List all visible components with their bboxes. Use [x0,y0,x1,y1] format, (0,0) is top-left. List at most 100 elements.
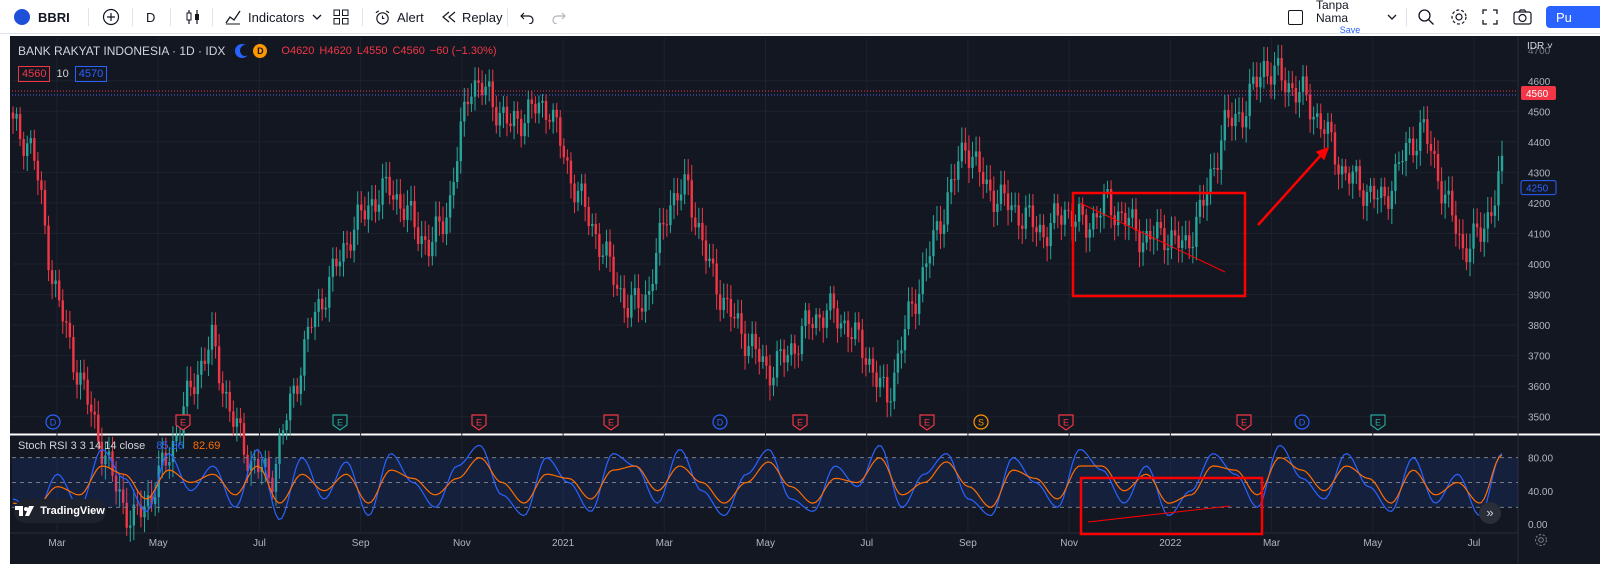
candle-body [1095,213,1099,218]
candle-body [1141,242,1145,253]
rewind-icon [442,11,456,23]
settings-button[interactable] [1450,0,1468,34]
candle-body [914,303,917,314]
candle-body [900,350,903,354]
candle-body [1028,205,1031,208]
sell-button[interactable]: 4560 [18,66,51,82]
candle-body [367,205,370,220]
candle-body [29,138,32,144]
candle-body [189,380,192,388]
candle-body [594,223,598,235]
candle-body [1248,83,1251,117]
candle-body [129,525,132,528]
candle-body [989,179,992,191]
time-tick-label: 2021 [552,538,575,549]
oscillator-higher-trendline [1087,505,1231,523]
candle-body [953,179,956,181]
candle-body [370,199,374,206]
candle-body [896,353,900,373]
compare-button[interactable] [102,0,120,34]
alert-button[interactable]: Alert [374,0,424,34]
candle-body [235,418,239,427]
redo-button[interactable] [551,0,567,34]
event-marker-label: E [180,418,186,428]
candle-body [822,317,825,328]
quantity-label: 10 [56,68,69,80]
search-button[interactable] [1417,0,1435,34]
indicators-dropdown-button[interactable] [312,0,322,34]
layout-dropdown-button[interactable] [1387,0,1397,34]
candle-body [608,241,612,257]
candle-body [1340,166,1344,175]
candle-body [1013,205,1017,207]
event-marker-label: E [476,418,482,428]
candle-body [612,256,615,285]
candle-body [790,343,793,356]
layout-checkbox[interactable] [1288,0,1303,34]
candle-body [342,243,345,262]
candle-body [352,229,356,251]
currency-selector[interactable]: IDR ˅ [1527,41,1553,52]
indicators-button[interactable]: Indicators [224,0,304,34]
candle-body [1379,186,1383,198]
candle-body [665,224,669,226]
candle-body [509,123,512,127]
candle-body [1419,122,1422,151]
candle-body [310,326,313,328]
candle-body [1319,113,1322,130]
interval-button[interactable]: D [146,0,155,34]
replay-button[interactable]: Replay [441,0,502,34]
watermark-text: TradingView [40,505,105,517]
buy-button[interactable]: 4570 [74,66,108,82]
candle-body [519,118,523,137]
candle-body [193,387,196,395]
publish-button[interactable]: Pu [1546,6,1600,28]
candle-body [1148,230,1152,240]
tradingview-watermark[interactable]: TradingView [14,499,106,523]
candle-body [1387,196,1390,209]
candle-body [200,360,203,375]
candle-body [1049,222,1052,247]
scroll-right-button[interactable]: » [1479,502,1501,524]
candle-body [1308,94,1312,120]
screenshot-button[interactable] [1513,0,1532,34]
candle-body [917,294,921,314]
low-value: L4550 [356,45,388,57]
time-tick-label: Nov [1060,538,1078,549]
price-tick-label: 4100 [1528,229,1551,240]
fullscreen-button[interactable] [1482,0,1498,34]
candle-body [687,174,690,181]
candle-body [658,222,661,253]
candle-body [512,110,516,127]
candle-body [445,217,448,235]
candle-body [338,261,342,267]
time-tick-label: Sep [959,538,977,549]
gear-icon [1535,534,1547,546]
candle-body [1237,112,1241,114]
candle-body [1106,189,1109,192]
candle-body [349,244,352,251]
layouts-button[interactable] [333,0,349,34]
symbol-search-button[interactable]: BBRI [14,0,70,34]
chart-type-button[interactable] [184,0,202,34]
candle-body [1067,209,1070,211]
candle-body [495,107,498,126]
candle-body [768,365,772,386]
candle-body [889,401,892,403]
layout-name-button[interactable]: Tanpa Nama Save [1316,0,1384,35]
axis-settings-button[interactable] [1534,533,1550,549]
candle-body [1216,167,1219,170]
event-marker-label: E [608,418,614,428]
candle-body [1042,224,1045,238]
candle-body [630,295,633,318]
candle-body [388,176,391,196]
candle-body [1454,215,1458,234]
candle-body [587,206,590,226]
chart-container[interactable]: D E E E E D E E S E E D E 3500 3600 3700 3800 3900 4000 41… [10,36,1600,564]
chart-canvas[interactable]: D E E E E D E E S E E D E 3500 3600 3700 3800 3900 4000 41… [10,36,1600,564]
chevron-down-icon [312,14,322,20]
undo-button[interactable] [519,0,535,34]
candle-body [93,411,96,415]
oscillator-title: Stoch RSI 3 3 14 14 close [18,440,146,452]
candle-body [1166,248,1170,251]
